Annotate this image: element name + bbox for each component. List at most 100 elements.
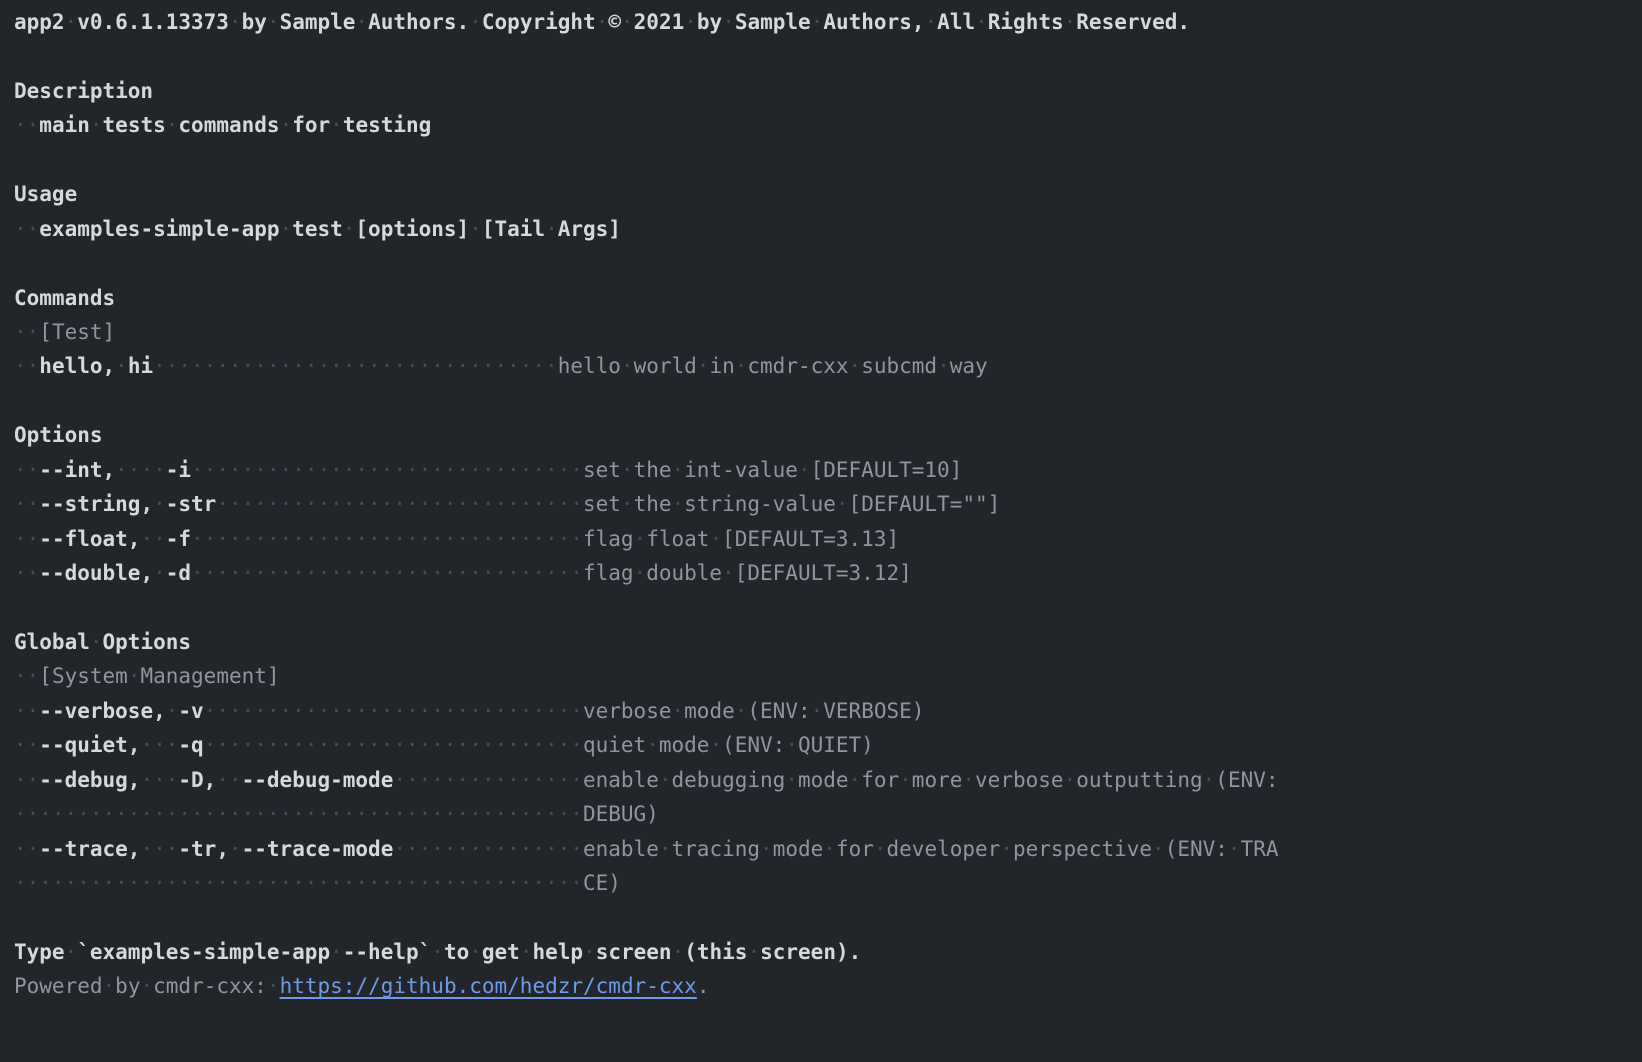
text-bright: screen — [596, 940, 672, 964]
text-bright: --verbose, — [39, 699, 165, 723]
text-dim: (ENV: — [1215, 768, 1278, 792]
text-bright: --trace-mode — [242, 837, 394, 861]
text-bright: Usage — [14, 182, 77, 206]
text-bright: test — [292, 217, 343, 241]
whitespace-dots: · — [785, 768, 798, 792]
option-row-string: ··--string,·-str························… — [14, 487, 1642, 521]
text-bright: Reserved. — [1076, 10, 1190, 34]
blank-line — [14, 143, 1642, 177]
whitespace-dots: · — [229, 10, 242, 34]
text-dim: [DEFAULT=10] — [811, 458, 963, 482]
whitespace-dots: · — [811, 10, 824, 34]
whitespace-dots: · — [267, 10, 280, 34]
whitespace-dots: · — [646, 733, 659, 757]
whitespace-dots: ·· — [14, 217, 39, 241]
text-dim: mode — [684, 699, 735, 723]
text-dim: enable — [583, 768, 659, 792]
whitespace-dots: · — [280, 113, 293, 137]
whitespace-dots: · — [343, 217, 356, 241]
text-bright: © — [608, 10, 621, 34]
text-bright: [Tail — [482, 217, 545, 241]
whitespace-dots: · — [785, 733, 798, 757]
help-hint-line: Type·`examples-simple-app·--help`·to·get… — [14, 935, 1642, 969]
text-dim: [Test] — [39, 320, 115, 344]
text-dim: debugging — [672, 768, 786, 792]
text-dim: tracing — [672, 837, 761, 861]
text-bright: -q — [178, 733, 203, 757]
text-bright: by — [242, 10, 267, 34]
text-dim: cmdr-cxx — [747, 354, 848, 378]
text-bright: --help` — [343, 940, 432, 964]
text-bright: screen). — [760, 940, 861, 964]
whitespace-dots: · — [140, 974, 153, 998]
text-bright: Sample — [280, 10, 356, 34]
section-heading-description: Description — [14, 74, 1642, 108]
text-dim: the — [634, 492, 672, 516]
whitespace-dots: · — [65, 940, 78, 964]
text-bright: -v — [178, 699, 203, 723]
whitespace-dots: · — [634, 561, 647, 585]
whitespace-dots: ·· — [14, 837, 39, 861]
text-bright: --debug, — [39, 768, 140, 792]
blank-line — [14, 590, 1642, 624]
whitespace-dots: · — [267, 974, 280, 998]
whitespace-dots: ····························· — [216, 492, 583, 516]
whitespace-dots: · — [65, 10, 78, 34]
whitespace-dots: · — [355, 10, 368, 34]
whitespace-dots: · — [621, 10, 634, 34]
whitespace-dots: · — [229, 837, 242, 861]
blank-line — [14, 246, 1642, 280]
text-bright: Global — [14, 630, 90, 654]
text-dim: hello — [558, 354, 621, 378]
text-dim: verbose — [583, 699, 672, 723]
text-dim: developer — [887, 837, 1001, 861]
whitespace-dots: · — [545, 217, 558, 241]
whitespace-dots: ······························ — [204, 699, 583, 723]
text-dim: more — [912, 768, 963, 792]
whitespace-dots: ··············· — [393, 837, 583, 861]
text-bright: -f — [166, 527, 191, 551]
whitespace-dots: · — [937, 354, 950, 378]
text-dim: world — [634, 354, 697, 378]
text-bright: Copyright — [482, 10, 596, 34]
text-bright: Authors, — [823, 10, 924, 34]
whitespace-dots: · — [153, 561, 166, 585]
cmdr-cxx-link[interactable]: https://github.com/hedzr/cmdr-cxx — [280, 974, 697, 998]
option-row-verbose: ··--verbose,·-v·························… — [14, 694, 1642, 728]
whitespace-dots: ·· — [14, 354, 39, 378]
whitespace-dots: · — [899, 768, 912, 792]
whitespace-dots: · — [925, 10, 938, 34]
text-bright: `examples-simple-app — [77, 940, 330, 964]
whitespace-dots: ······························ — [204, 733, 583, 757]
text-dim: quiet — [583, 733, 646, 757]
text-dim: . — [697, 974, 710, 998]
whitespace-dots: ·· — [14, 458, 39, 482]
text-dim: Management] — [140, 664, 279, 688]
title-line: app2·v0.6.1.13373·by·Sample·Authors.·Cop… — [14, 5, 1642, 39]
whitespace-dots: ·· — [14, 113, 39, 137]
whitespace-dots: ·· — [140, 527, 165, 551]
whitespace-dots: · — [798, 458, 811, 482]
terminal-output: app2·v0.6.1.13373·by·Sample·Authors.·Cop… — [0, 0, 1642, 1004]
whitespace-dots: · — [103, 974, 116, 998]
text-dim: for — [836, 837, 874, 861]
text-bright: --quiet, — [39, 733, 140, 757]
whitespace-dots: · — [596, 10, 609, 34]
whitespace-dots: ·· — [14, 699, 39, 723]
text-bright: get — [482, 940, 520, 964]
whitespace-dots: · — [684, 10, 697, 34]
command-row-hello: ··hello,·hi·····························… — [14, 349, 1642, 383]
text-dim: way — [950, 354, 988, 378]
text-dim: the — [634, 458, 672, 482]
whitespace-dots: · — [836, 492, 849, 516]
text-dim: mode — [798, 768, 849, 792]
whitespace-dots: · — [709, 527, 722, 551]
text-dim: verbose — [975, 768, 1064, 792]
option-row-quiet: ··--quiet,···-q·························… — [14, 728, 1642, 762]
whitespace-dots: · — [1228, 837, 1241, 861]
whitespace-dots: · — [874, 837, 887, 861]
text-dim: DEBUG) — [583, 802, 659, 826]
text-bright: by — [697, 10, 722, 34]
text-bright: tests — [103, 113, 166, 137]
text-bright: --float, — [39, 527, 140, 551]
